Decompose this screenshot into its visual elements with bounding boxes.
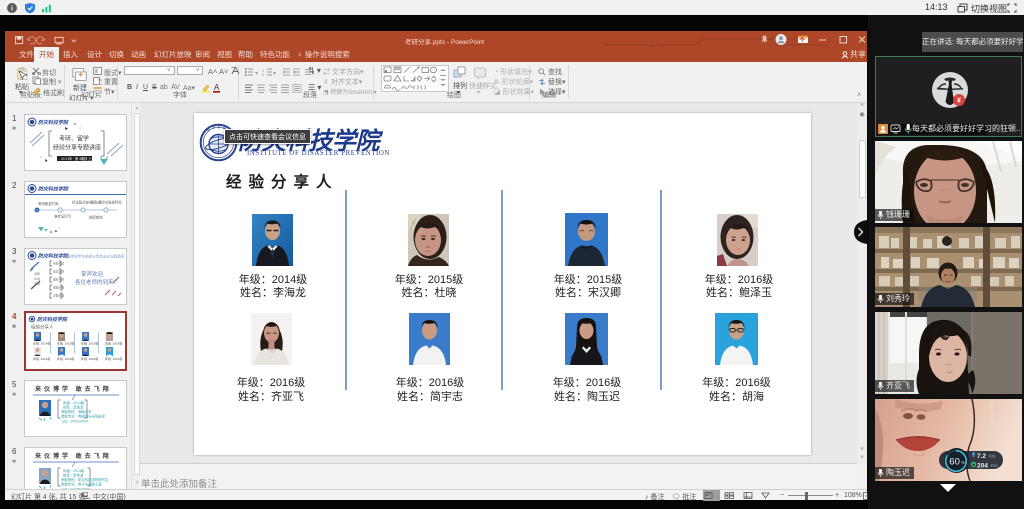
svg-text:年级: 2016级: 年级: 2016级 <box>81 356 98 361</box>
svg-text:考研初试: 考研初试 <box>53 261 64 265</box>
svg-text:▾: ▾ <box>255 71 258 76</box>
svg-text:A: A <box>214 83 220 92</box>
svg-text:复试调剂: 复试调剂 <box>53 269 64 273</box>
svg-text:成绩查询: 成绩查询 <box>53 285 64 289</box>
svg-text:考研报名时间: 考研报名时间 <box>38 201 59 206</box>
svg-text:年级: 2014级: 年级: 2014级 <box>33 341 50 346</box>
svg-text:考取院校：湖南大学: 考取院校：湖南大学 <box>61 409 92 414</box>
svg-text:录取通知: 录取通知 <box>53 293 64 297</box>
svg-text:年级: 2016级: 年级: 2016级 <box>105 356 122 361</box>
svg-text:防灾科技学院: 防灾科技学院 <box>38 186 69 193</box>
svg-text:✓: ✓ <box>36 209 39 213</box>
svg-text:%: % <box>961 460 965 465</box>
svg-text:经验分享专题讲座: 经验分享专题讲座 <box>53 144 101 152</box>
svg-text:K/s: K/s <box>991 463 998 468</box>
svg-text:考取专业：电子与通信工程: 考取专业：电子与通信工程 <box>61 481 102 486</box>
svg-text:20 21年 · 第 3期线 上分享: 20 21年 · 第 3期线 上分享 <box>61 156 98 161</box>
svg-text:i: i <box>11 6 13 13</box>
svg-text:考研: 考研 <box>34 271 40 276</box>
svg-text:初试复试安排: 初试复试安排 <box>72 200 93 205</box>
svg-text:报名时间: 报名时间 <box>53 277 64 281</box>
svg-text:204: 204 <box>977 463 988 470</box>
svg-text:年级: 2015级: 年级: 2015级 <box>81 341 98 346</box>
svg-text:60: 60 <box>949 456 960 467</box>
svg-text:安排: 安排 <box>34 281 40 286</box>
svg-text:成绩查询: 成绩查询 <box>89 215 103 220</box>
svg-text:防灾科技学院: 防灾科技学院 <box>37 316 68 323</box>
svg-text:2: 2 <box>262 72 265 76</box>
svg-text:掌声欢迎: 掌声欢迎 <box>81 270 104 278</box>
svg-text:¥: ¥ <box>957 98 961 105</box>
svg-text:考取院校：防灾科技学院研究生: 考取院校：防灾科技学院研究生 <box>61 477 109 482</box>
svg-text:7.2: 7.2 <box>977 453 986 460</box>
svg-text:年级: 2016级: 年级: 2016级 <box>57 356 74 361</box>
svg-text:来仪博学 敢去飞翔: 来仪博学 敢去飞翔 <box>35 385 112 393</box>
svg-text:准考证打印: 准考证打印 <box>54 214 72 219</box>
svg-text:防灾科技学院: 防灾科技学院 <box>38 119 69 126</box>
svg-text:姓名：李海龙: 姓名：李海龙 <box>63 404 84 409</box>
svg-text:年级：2014级: 年级：2014级 <box>63 468 85 473</box>
svg-text:年级：2014级: 年级：2014级 <box>63 400 85 405</box>
svg-text:考取专业：电磁场与无线技术: 考取专业：电磁场与无线技术 <box>61 413 106 418</box>
svg-text:QQ：9735190XX: QQ：9735190XX <box>62 419 89 423</box>
svg-text:来仪博学 敢去飞翔: 来仪博学 敢去飞翔 <box>35 452 112 460</box>
svg-text:年级: 2015级: 年级: 2015级 <box>57 341 74 346</box>
svg-text:时间: 时间 <box>34 276 40 281</box>
svg-text:各位老师的到来！: 各位老师的到来！ <box>75 278 119 286</box>
svg-text:录取通知书发放时间: 录取通知书发放时间 <box>91 200 122 205</box>
svg-text:姓名：李伟波: 姓名：李伟波 <box>63 472 84 477</box>
svg-text:K/s: K/s <box>989 454 996 459</box>
svg-text:年级: 2016级: 年级: 2016级 <box>105 341 122 346</box>
svg-text:▾: ▾ <box>273 71 276 76</box>
svg-text:2021届考研学生经验分享会必达议程指南: 2021届考研学生经验分享会必达议程指南 <box>59 253 125 258</box>
svg-text:考研、留学: 考研、留学 <box>59 135 89 143</box>
svg-text:年级: 2016级: 年级: 2016级 <box>33 356 50 361</box>
svg-text:经验分享人: 经验分享人 <box>31 324 54 331</box>
